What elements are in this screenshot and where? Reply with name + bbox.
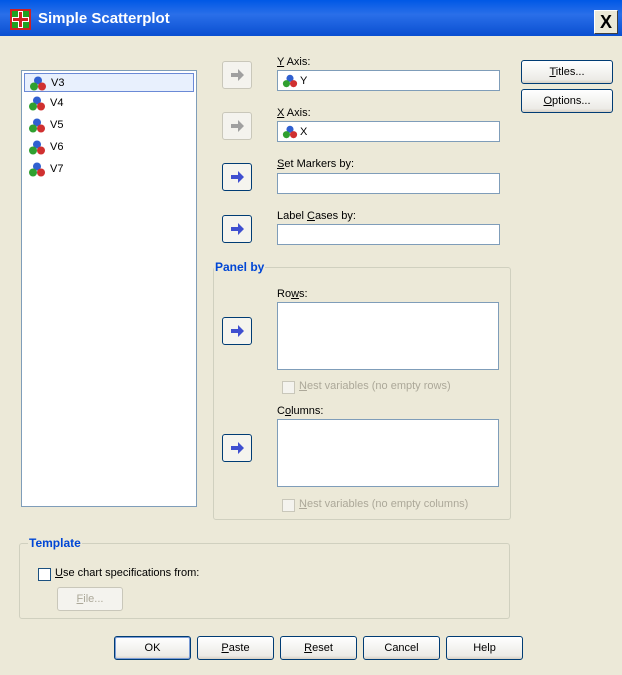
label-cases-move-button[interactable] <box>222 215 252 243</box>
columns-list[interactable] <box>277 419 499 487</box>
set-markers-field[interactable] <box>277 173 500 194</box>
label-cases-field[interactable] <box>277 224 500 245</box>
nominal-variable-icon <box>29 96 45 111</box>
app-icon <box>10 9 31 30</box>
set-markers-label: Set Markers by: <box>277 158 355 170</box>
rows-label: Rows: <box>277 288 308 300</box>
close-icon: X <box>599 12 612 32</box>
source-variable-list[interactable]: V3 V4 V5 V6 V7 <box>21 70 197 507</box>
nominal-variable-icon <box>29 118 45 133</box>
paste-button[interactable]: Paste <box>197 636 274 660</box>
title-bar[interactable]: Simple Scatterplot X <box>0 0 622 36</box>
x-axis-label: X Axis: <box>277 107 311 119</box>
list-item[interactable]: V5 <box>24 116 194 135</box>
arrow-right-icon <box>231 325 244 337</box>
columns-label: Columns: <box>277 405 324 417</box>
nominal-variable-icon <box>282 125 298 139</box>
nominal-variable-icon <box>29 140 45 155</box>
titles-button[interactable]: Titles... <box>521 60 613 84</box>
list-item-label: V6 <box>50 141 64 153</box>
window-title: Simple Scatterplot <box>38 10 170 27</box>
template-title: Template <box>28 536 82 550</box>
use-chart-spec-checkbox[interactable] <box>38 568 51 581</box>
arrow-right-icon <box>231 171 244 183</box>
file-button[interactable]: File... <box>57 587 123 611</box>
x-axis-move-button[interactable] <box>222 112 252 140</box>
arrow-right-icon <box>231 69 244 81</box>
columns-move-button[interactable] <box>222 434 252 462</box>
panel-by-title: Panel by <box>214 260 266 274</box>
nominal-variable-icon <box>282 74 298 88</box>
y-axis-label: Y Axis: <box>277 56 311 68</box>
nest-columns-label: Nest variables (no empty columns) <box>299 498 469 510</box>
list-item[interactable]: V3 <box>24 73 194 92</box>
nest-rows-label: Nest variables (no empty rows) <box>299 380 451 392</box>
list-item-label: V5 <box>50 119 64 131</box>
list-item[interactable]: V6 <box>24 138 194 157</box>
x-axis-field[interactable]: X <box>277 121 500 142</box>
options-button[interactable]: Options... <box>521 89 613 113</box>
cancel-button[interactable]: Cancel <box>363 636 440 660</box>
nominal-variable-icon <box>30 76 46 91</box>
list-item[interactable]: V7 <box>24 160 194 179</box>
y-axis-move-button[interactable] <box>222 61 252 89</box>
list-item[interactable]: V4 <box>24 94 194 113</box>
arrow-right-icon <box>231 120 244 132</box>
ok-button[interactable]: OK <box>114 636 191 660</box>
list-item-label: V7 <box>50 163 64 175</box>
help-button[interactable]: Help <box>446 636 523 660</box>
label-cases-label: Label Cases by: <box>277 210 356 222</box>
nominal-variable-icon <box>29 162 45 177</box>
use-chart-spec-label: Use chart specifications from: <box>55 567 200 579</box>
rows-move-button[interactable] <box>222 317 252 345</box>
reset-button[interactable]: Reset <box>280 636 357 660</box>
simple-scatterplot-dialog: Simple Scatterplot X V3 V4 V5 V6 V7 Y Ax… <box>0 0 622 675</box>
list-item-label: V4 <box>50 97 64 109</box>
list-item-label: V3 <box>51 77 65 89</box>
nest-rows-checkbox[interactable] <box>282 381 295 394</box>
nest-columns-checkbox[interactable] <box>282 499 295 512</box>
x-axis-value: X <box>282 124 307 140</box>
rows-list[interactable] <box>277 302 499 370</box>
y-axis-field[interactable]: Y <box>277 70 500 91</box>
y-axis-value: Y <box>282 73 307 89</box>
arrow-right-icon <box>231 223 244 235</box>
close-button[interactable]: X <box>594 10 618 34</box>
set-markers-move-button[interactable] <box>222 163 252 191</box>
arrow-right-icon <box>231 442 244 454</box>
